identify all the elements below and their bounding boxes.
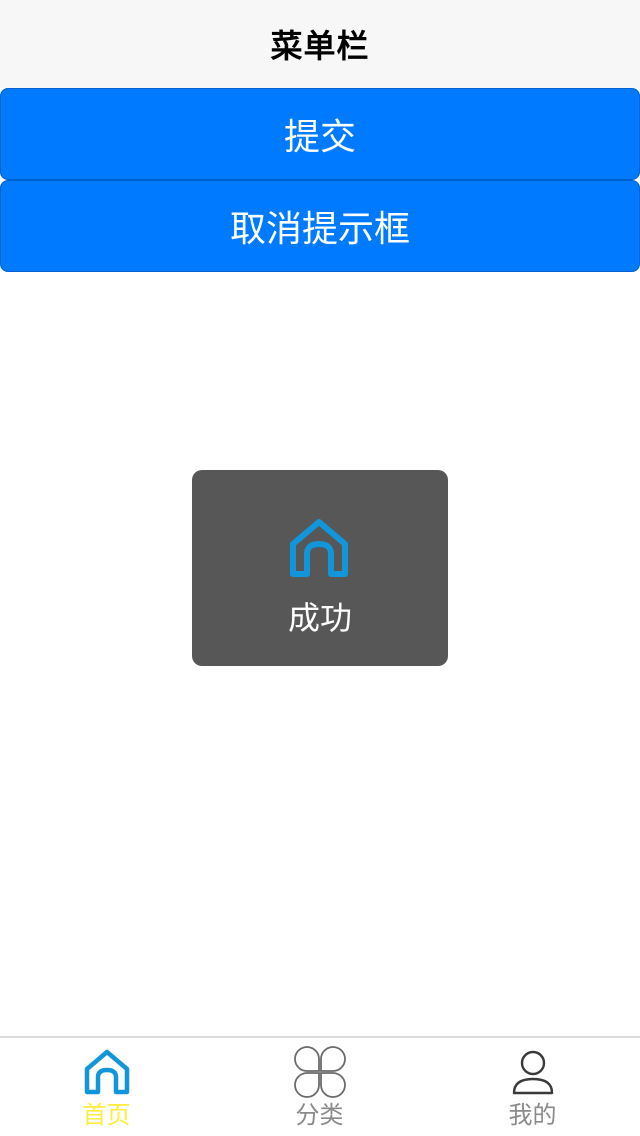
submit-button[interactable]: 提交 (0, 88, 640, 180)
category-icon (293, 1046, 346, 1098)
top-navbar: 菜单栏 (0, 0, 640, 88)
tab-home-label: 首页 (82, 1101, 131, 1129)
tab-category[interactable]: 分类 (213, 1038, 426, 1136)
user-icon (512, 1050, 553, 1095)
tab-mine[interactable]: 我的 (426, 1038, 639, 1136)
tab-home[interactable]: 首页 (0, 1038, 213, 1136)
home-icon (84, 1049, 129, 1095)
cancel-toast-button[interactable]: 取消提示框 (0, 180, 640, 272)
page-title: 菜单栏 (270, 27, 370, 65)
toast-message: 成功 (287, 599, 352, 637)
tab-category-label: 分类 (295, 1101, 344, 1129)
bottom-tabbar: 首页 分类 我的 (0, 1036, 640, 1136)
home-icon (290, 519, 348, 577)
tab-mine-label: 我的 (508, 1101, 557, 1129)
